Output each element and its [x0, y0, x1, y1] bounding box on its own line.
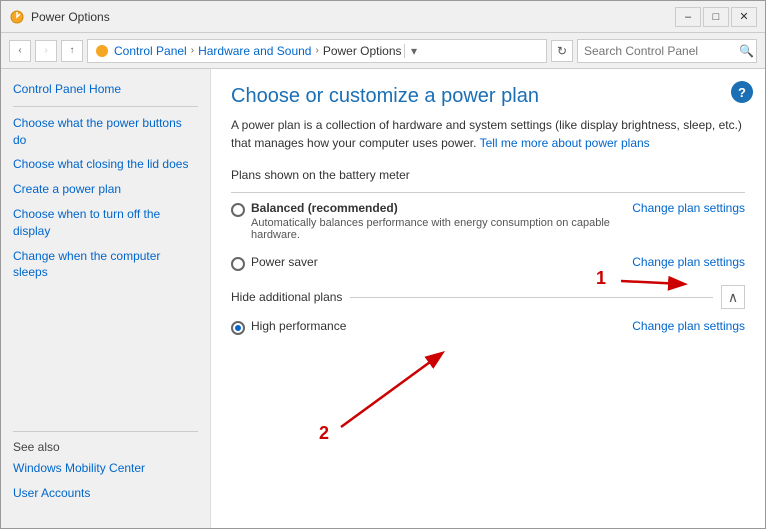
- tell-me-more-link[interactable]: Tell me more about power plans: [480, 136, 650, 150]
- balanced-plan-item: Balanced (recommended) Automatically bal…: [231, 201, 745, 241]
- high-perf-plan-item: High performance Change plan settings: [231, 319, 745, 335]
- help-button[interactable]: ?: [731, 81, 753, 103]
- breadcrumb-sep-1: ›: [191, 45, 194, 56]
- power-saver-change-link[interactable]: Change plan settings: [632, 255, 745, 269]
- sidebar-link-3[interactable]: Choose when to turn off the display: [13, 206, 198, 240]
- sidebar-user-accounts[interactable]: User Accounts: [13, 485, 198, 502]
- breadcrumb-icon: [94, 43, 110, 59]
- maximize-button[interactable]: □: [703, 7, 729, 27]
- hide-plans-line: [350, 297, 713, 298]
- sidebar-link-0[interactable]: Choose what the power buttons do: [13, 115, 198, 149]
- high-perf-radio-inner: [235, 325, 241, 331]
- breadcrumb-bar: Control Panel › Hardware and Sound › Pow…: [87, 39, 547, 63]
- main-title: Choose or customize a power plan: [231, 85, 745, 108]
- plans-divider: [231, 192, 745, 193]
- title-controls: – □ ✕: [675, 7, 757, 27]
- see-also-title: See also: [13, 440, 198, 454]
- breadcrumb-power-options: Power Options: [323, 44, 402, 58]
- balanced-plan-label: Balanced (recommended): [251, 201, 612, 215]
- sidebar-link-1[interactable]: Choose what closing the lid does: [13, 156, 198, 173]
- hide-plans-row: Hide additional plans ∧: [231, 285, 745, 309]
- sidebar-divider-top: [13, 106, 198, 107]
- content-area: Control Panel Home Choose what the power…: [1, 69, 765, 528]
- window-title: Power Options: [31, 10, 675, 24]
- balanced-change-link[interactable]: Change plan settings: [632, 201, 745, 215]
- sidebar-divider-bottom: [13, 431, 198, 432]
- power-saver-plan-label: Power saver: [251, 255, 318, 269]
- power-saver-radio[interactable]: [231, 257, 245, 271]
- navigation-bar: ‹ › ↑ Control Panel › Hardware and Sound…: [1, 33, 765, 69]
- main-panel: ? Choose or customize a power plan A pow…: [211, 69, 765, 528]
- power-options-window: Power Options – □ ✕ ‹ › ↑ Control Panel …: [0, 0, 766, 529]
- power-saver-plan-item: Power saver Change plan settings: [231, 255, 745, 271]
- sidebar: Control Panel Home Choose what the power…: [1, 69, 211, 528]
- breadcrumb-sep-2: ›: [315, 45, 318, 56]
- annotation-badge-2: 2: [319, 423, 329, 443]
- refresh-button[interactable]: ↻: [551, 40, 573, 62]
- high-perf-radio[interactable]: [231, 321, 245, 335]
- balanced-plan-desc: Automatically balances performance with …: [251, 217, 612, 241]
- back-button[interactable]: ‹: [9, 40, 31, 62]
- annotation-arrow-1: [621, 281, 683, 284]
- annotation-arrow-2: [341, 354, 441, 427]
- forward-button[interactable]: ›: [35, 40, 57, 62]
- breadcrumb-dropdown-button[interactable]: ▾: [404, 44, 424, 58]
- sidebar-link-2[interactable]: Create a power plan: [13, 181, 198, 198]
- balanced-radio[interactable]: [231, 203, 245, 217]
- title-bar: Power Options – □ ✕: [1, 1, 765, 33]
- sidebar-control-panel-home[interactable]: Control Panel Home: [13, 81, 198, 98]
- close-button[interactable]: ✕: [731, 7, 757, 27]
- sidebar-link-4[interactable]: Change when the computer sleeps: [13, 248, 198, 282]
- high-perf-plan-label: High performance: [251, 319, 346, 333]
- breadcrumb-hardware[interactable]: Hardware and Sound: [198, 44, 311, 58]
- main-description: A power plan is a collection of hardware…: [231, 116, 745, 152]
- sidebar-windows-mobility[interactable]: Windows Mobility Center: [13, 460, 198, 477]
- collapse-plans-button[interactable]: ∧: [721, 285, 745, 309]
- search-box: 🔍: [577, 39, 757, 63]
- window-icon: [9, 9, 25, 25]
- breadcrumb-control-panel[interactable]: Control Panel: [114, 44, 187, 58]
- high-perf-change-link[interactable]: Change plan settings: [632, 319, 745, 333]
- minimize-button[interactable]: –: [675, 7, 701, 27]
- plans-section-label: Plans shown on the battery meter: [231, 168, 745, 182]
- hide-plans-label: Hide additional plans: [231, 290, 342, 304]
- up-button[interactable]: ↑: [61, 40, 83, 62]
- search-icon: 🔍: [739, 44, 754, 58]
- search-input[interactable]: [584, 44, 739, 58]
